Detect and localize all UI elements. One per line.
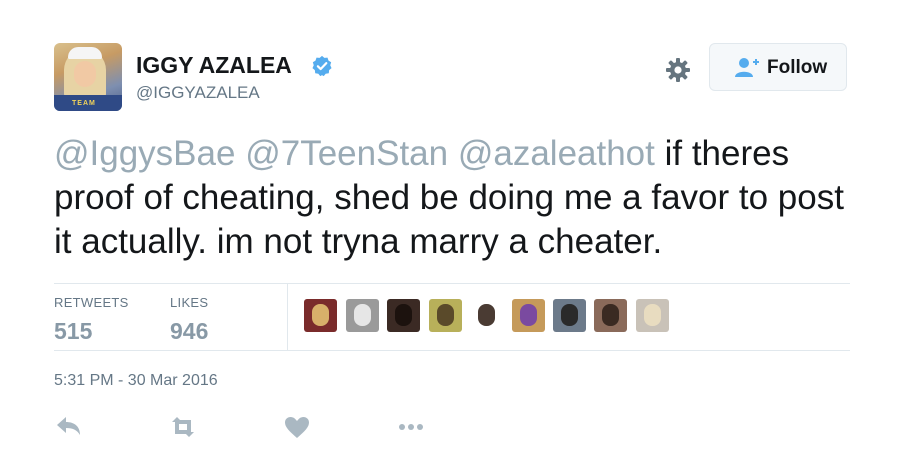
tweet-text: @IggysBae @7TeenStan @azaleathot if ther… xyxy=(54,132,854,264)
avatar[interactable]: TEAM xyxy=(54,43,122,111)
mention-link[interactable]: @IggysBae xyxy=(54,134,235,173)
tweet-card: TEAM IGGY AZALEA @IGGYAZALEA Follow @Igg… xyxy=(0,0,900,465)
liker-avatar[interactable] xyxy=(512,299,545,332)
liker-avatar[interactable] xyxy=(387,299,420,332)
follow-label: Follow xyxy=(767,57,828,78)
likes-stat[interactable]: LIKES 946 xyxy=(170,295,208,345)
timestamp[interactable]: 5:31 PM - 30 Mar 2016 xyxy=(54,372,218,390)
retweets-count: 515 xyxy=(54,318,93,344)
mention-link[interactable]: @azaleathot xyxy=(458,134,655,173)
verified-badge-icon xyxy=(312,55,332,77)
display-name[interactable]: IGGY AZALEA xyxy=(136,52,292,79)
mention-link[interactable]: @7TeenStan xyxy=(245,134,448,173)
divider xyxy=(54,283,850,284)
follow-button[interactable]: Follow xyxy=(709,43,847,91)
liker-avatar[interactable] xyxy=(553,299,586,332)
liker-avatar[interactable] xyxy=(594,299,627,332)
heart-icon[interactable] xyxy=(282,414,312,440)
divider xyxy=(54,350,850,351)
avatar-badge-text: TEAM xyxy=(72,100,96,107)
gear-icon[interactable] xyxy=(664,56,692,84)
liker-avatar[interactable] xyxy=(304,299,337,332)
likes-count: 946 xyxy=(170,318,209,344)
retweets-label: RETWEETS xyxy=(54,295,129,310)
reply-icon[interactable] xyxy=(54,414,84,440)
liker-avatar[interactable] xyxy=(429,299,462,332)
more-icon[interactable] xyxy=(396,414,426,440)
divider xyxy=(287,284,288,350)
liker-avatar[interactable] xyxy=(470,299,503,332)
likes-label: LIKES xyxy=(170,295,209,310)
retweet-icon[interactable] xyxy=(168,414,198,440)
add-user-icon xyxy=(735,58,759,77)
user-handle[interactable]: @IGGYAZALEA xyxy=(136,83,260,103)
liker-avatar[interactable] xyxy=(636,299,669,332)
retweets-stat[interactable]: RETWEETS 515 xyxy=(54,295,129,345)
liker-avatar[interactable] xyxy=(346,299,379,332)
